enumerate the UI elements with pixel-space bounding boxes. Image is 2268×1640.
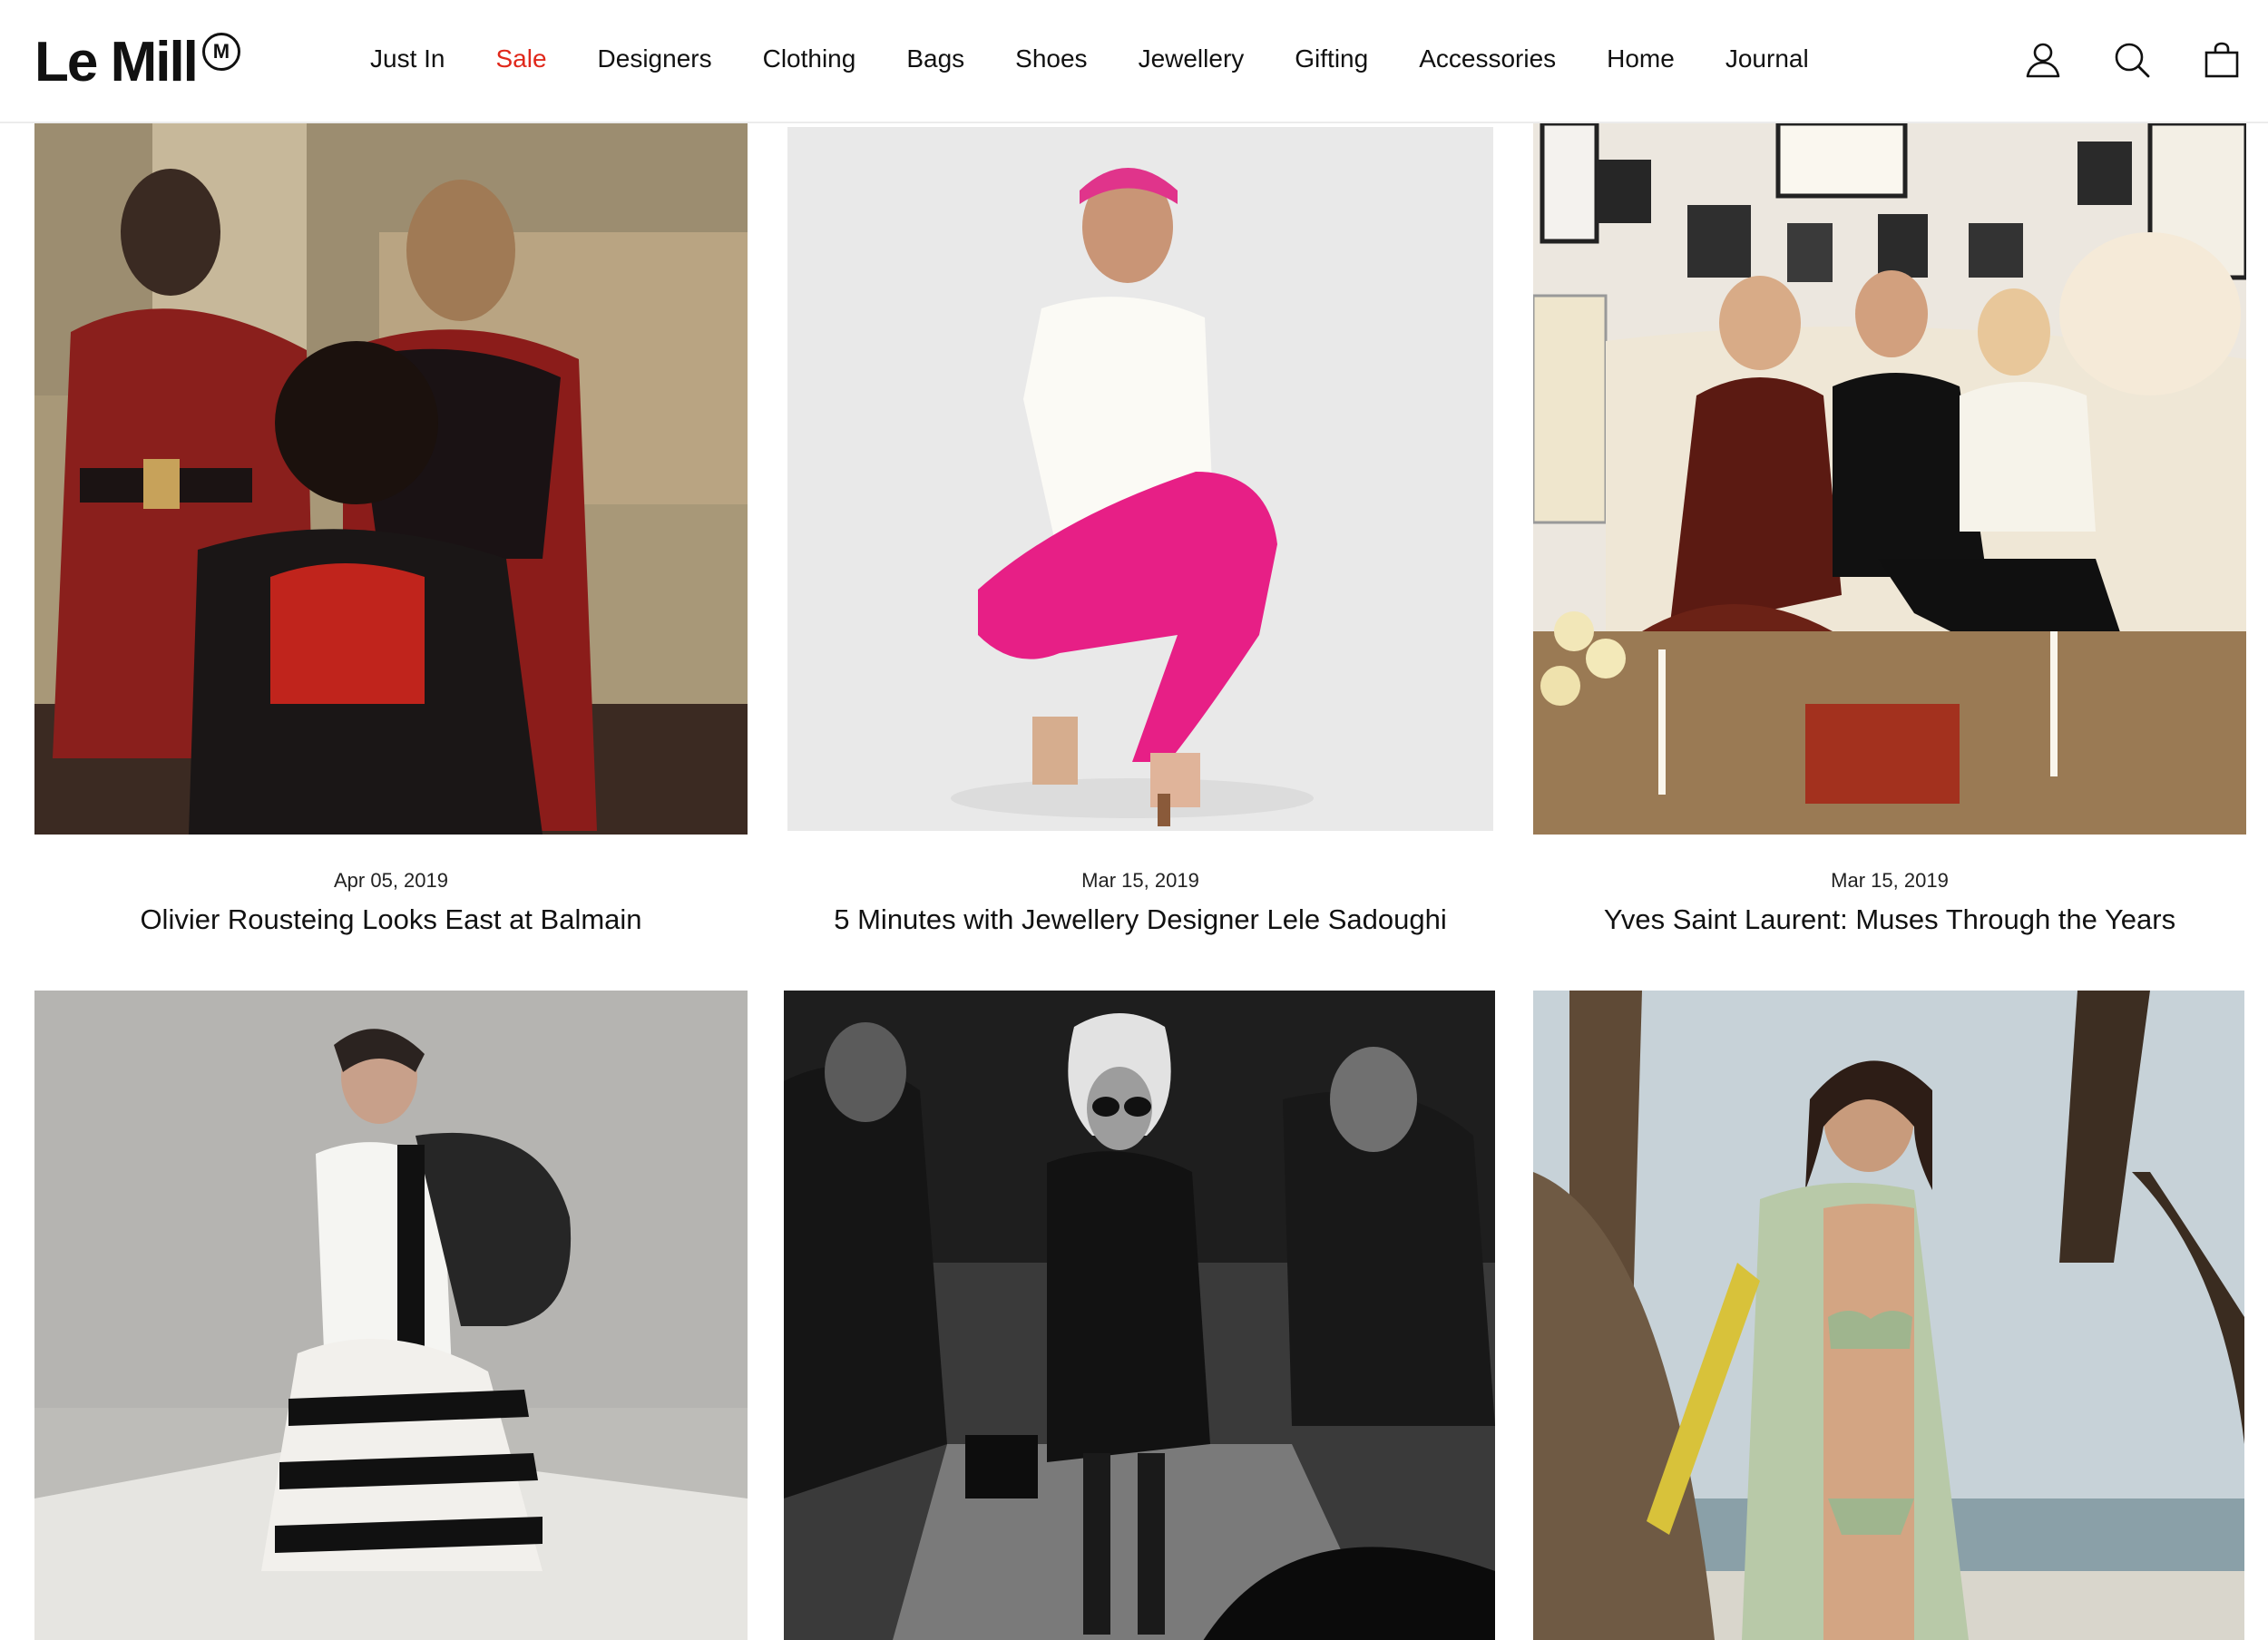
logo-text: Le Mill: [34, 31, 199, 93]
article-image[interactable]: [34, 123, 748, 835]
article-photo-runway: [34, 991, 748, 1640]
nav-item-sale[interactable]: Sale: [495, 36, 546, 82]
article-date: Apr 05, 2019: [334, 869, 448, 892]
article-title[interactable]: 5 Minutes with Jewellery Designer Lele S…: [787, 903, 1493, 936]
nav-item-bags[interactable]: Bags: [906, 36, 964, 82]
article-card[interactable]: Apr 05, 2019 Olivier Rousteing Looks Eas…: [34, 123, 748, 940]
article-photo-black-white-crowd: [784, 991, 1495, 1640]
nav-item-designers[interactable]: Designers: [598, 36, 712, 82]
article-image[interactable]: [784, 991, 1495, 1640]
article-image[interactable]: [787, 127, 1493, 831]
cart-button[interactable]: [2202, 38, 2242, 82]
article-card[interactable]: Mar 15, 2019 5 Minutes with Jewellery De…: [787, 127, 1493, 940]
article-card[interactable]: [784, 991, 1495, 1640]
search-button[interactable]: [2112, 38, 2152, 82]
site-header: Le Mill M Just In Sale Designers Clothin…: [0, 0, 2268, 123]
nav-item-jewellery[interactable]: Jewellery: [1139, 36, 1245, 82]
nav-item-just-in[interactable]: Just In: [370, 36, 445, 82]
article-date: Mar 15, 2019: [1081, 869, 1199, 892]
search-icon: [2115, 43, 2150, 78]
article-photo-lele-sadoughi: [787, 127, 1493, 831]
nav-item-accessories[interactable]: Accessories: [1419, 36, 1556, 82]
nav-item-gifting[interactable]: Gifting: [1295, 36, 1368, 82]
logo-mark: M: [201, 33, 240, 71]
article-image[interactable]: [1533, 991, 2244, 1640]
article-date: Mar 15, 2019: [1831, 869, 1949, 892]
article-image[interactable]: [1533, 123, 2246, 835]
article-photo-beach-swimwear: [1533, 991, 2244, 1640]
article-card[interactable]: [1533, 991, 2244, 1640]
article-card[interactable]: Mar 15, 2019 Yves Saint Laurent: Muses T…: [1533, 123, 2246, 940]
shopping-bag-icon: [2204, 42, 2239, 78]
article-title[interactable]: Yves Saint Laurent: Muses Through the Ye…: [1533, 903, 2246, 936]
account-icon: [2026, 43, 2060, 78]
nav-item-home[interactable]: Home: [1607, 36, 1675, 82]
article-title[interactable]: Olivier Rousteing Looks East at Balmain: [34, 903, 748, 936]
nav-item-journal[interactable]: Journal: [1725, 36, 1809, 82]
nav-item-shoes[interactable]: Shoes: [1015, 36, 1087, 82]
main-nav: Just In Sale Designers Clothing Bags Sho…: [370, 36, 1809, 82]
article-photo-balmain: [34, 123, 748, 835]
account-button[interactable]: [2023, 38, 2063, 82]
article-image[interactable]: [34, 991, 748, 1640]
article-photo-ysl-muses: [1533, 123, 2246, 835]
article-card[interactable]: [34, 991, 748, 1640]
logo[interactable]: Le Mill M: [34, 31, 240, 94]
nav-item-clothing[interactable]: Clothing: [763, 36, 856, 82]
